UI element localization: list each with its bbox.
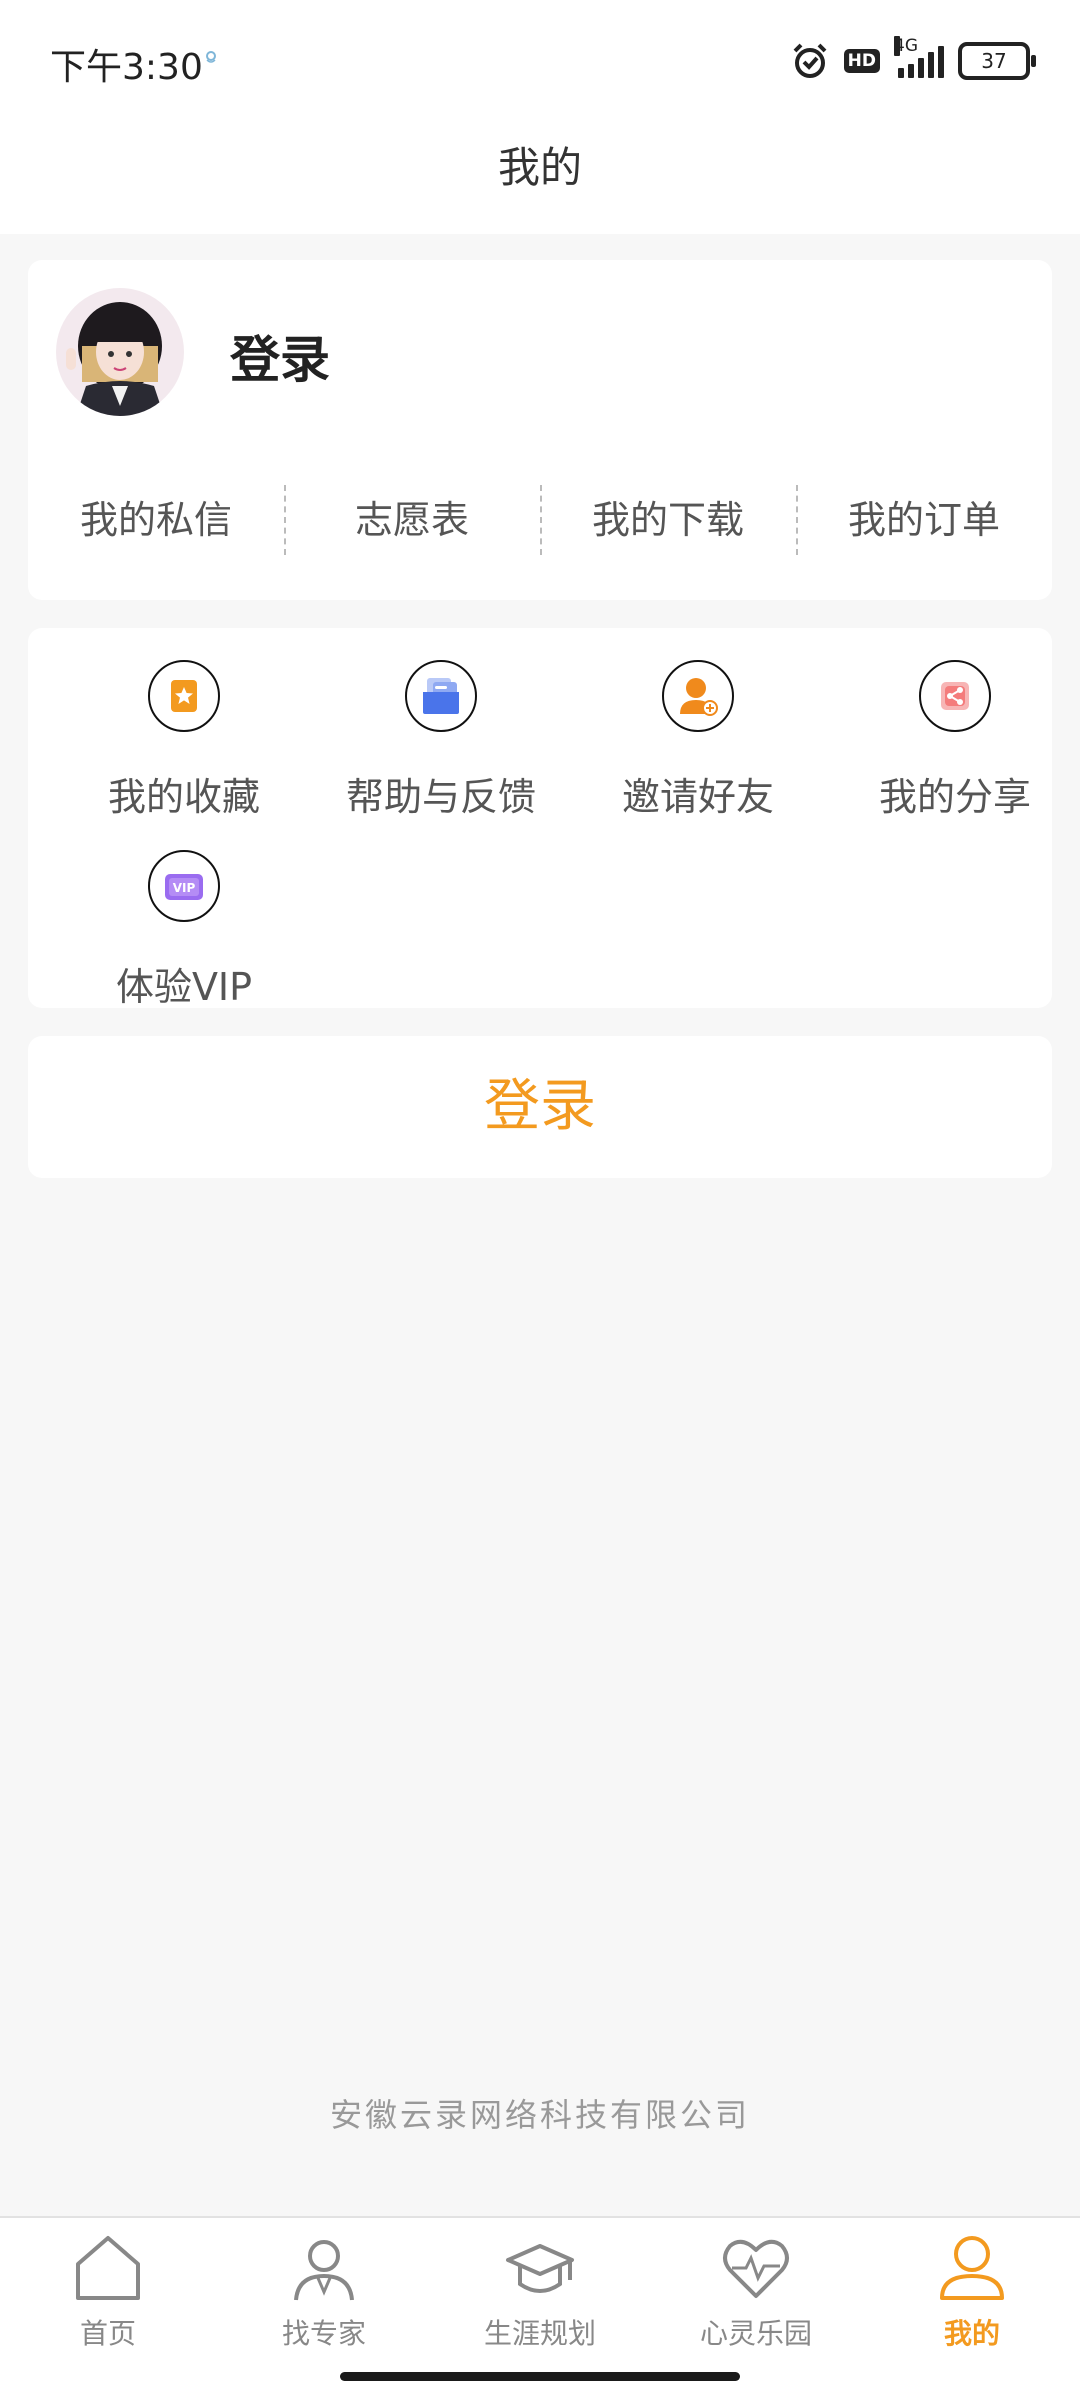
favorites-label: 我的收藏: [107, 775, 260, 819]
profile-card: 登录 我的私信 志愿表 我的下载 我的订单: [28, 260, 1052, 600]
battery-icon: 37: [958, 42, 1036, 80]
nav-experts-label: 找专家: [281, 2317, 366, 2350]
invite-friends-item[interactable]: 邀请好友: [578, 660, 818, 821]
vip-trial-item[interactable]: VIP 体验VIP: [64, 850, 304, 1011]
graduation-cap-icon: [506, 2244, 574, 2293]
svg-text:VIP: VIP: [173, 881, 196, 895]
vip-trial-label: 体验VIP: [115, 965, 253, 1009]
company-name: 安徽云录网络科技有限公司: [329, 2096, 750, 2134]
application-list-link[interactable]: 志愿表: [284, 485, 540, 555]
quick-links: 我的私信 志愿表 我的下载 我的订单: [28, 485, 1052, 555]
status-time: 下午3:30: [50, 47, 203, 88]
alarm-icon: [793, 43, 827, 78]
title-bar: 我的: [0, 120, 1080, 234]
nav-home-label: 首页: [79, 2317, 136, 2350]
invite-friends-label: 邀请好友: [621, 775, 774, 819]
bookmark-star-icon: [148, 660, 220, 732]
home-indicator[interactable]: [340, 2372, 740, 2381]
nav-mine[interactable]: 我的: [864, 2230, 1080, 2352]
my-share-label: 我的分享: [878, 775, 1031, 819]
favorites-item[interactable]: 我的收藏: [64, 660, 304, 821]
nav-experts[interactable]: 找专家: [216, 2230, 432, 2352]
signal-icon: 4G: [894, 36, 944, 78]
user-icon: [940, 2236, 1004, 2300]
my-share-item[interactable]: 我的分享: [835, 660, 1075, 821]
nav-home[interactable]: 首页: [0, 2230, 216, 2352]
heart-pulse-icon: [723, 2239, 789, 2298]
nav-mine-label: 我的: [943, 2317, 1000, 2350]
my-orders-link[interactable]: 我的订单: [796, 485, 1052, 555]
help-feedback-label: 帮助与反馈: [345, 775, 536, 819]
login-name-link[interactable]: 登录: [230, 320, 330, 392]
login-button[interactable]: 登录: [28, 1036, 1052, 1178]
feedback-folder-icon: [405, 660, 477, 732]
my-messages-link[interactable]: 我的私信: [28, 485, 284, 555]
status-icons: HD 4G 37: [790, 36, 1036, 86]
home-icon: [76, 2236, 140, 2300]
share-icon: [919, 660, 991, 732]
nav-mind-garden-label: 心灵乐园: [699, 2317, 812, 2350]
nav-mind-garden[interactable]: 心灵乐园: [648, 2230, 864, 2352]
status-bar: 下午3:30 HD 4G 37: [0, 0, 1080, 120]
nav-career-label: 生涯规划: [483, 2317, 596, 2350]
avatar[interactable]: [56, 288, 184, 416]
page-title: 我的: [497, 143, 582, 192]
my-downloads-link[interactable]: 我的下载: [540, 485, 796, 555]
location-icon: [206, 51, 216, 63]
feature-grid: 我的收藏 帮助与反馈 邀请好友 我的分享 VIP 体验VIP: [28, 628, 1052, 1011]
nav-career[interactable]: 生涯规划: [432, 2230, 648, 2352]
login-card: 登录: [28, 1036, 1052, 1178]
expert-icon: [294, 2240, 354, 2301]
invite-user-icon: [662, 660, 734, 732]
hd-badge: HD: [843, 49, 880, 73]
help-feedback-item[interactable]: 帮助与反馈: [321, 660, 561, 821]
network-type: 4G: [894, 36, 918, 56]
vip-icon: VIP: [148, 850, 220, 922]
